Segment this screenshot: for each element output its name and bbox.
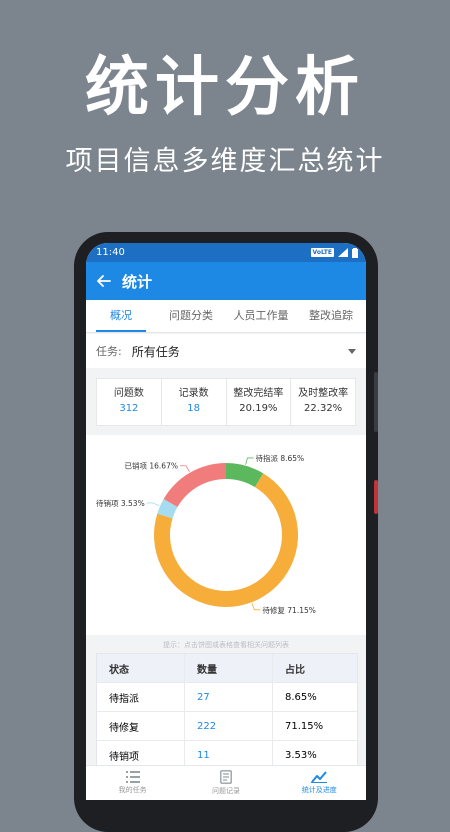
tab-rectification-tracking[interactable]: 整改追踪	[296, 300, 366, 332]
document-icon	[220, 770, 232, 784]
row-percent: 71.15%	[285, 720, 324, 732]
status-table: 状态 数量 占比 待指派 27 8.65% 待修复 222 71.15% 待销项…	[96, 653, 358, 771]
stat-value: 22.32%	[304, 403, 343, 414]
row-count[interactable]: 27	[185, 683, 273, 711]
nav-issue-records[interactable]: 问题记录	[179, 766, 272, 800]
status-donut-chart[interactable]: 待指派 8.65% 待修复 71.15% 待销项 3.53% 已销项 16.67%	[86, 435, 366, 635]
donut-slice-label: 待修复 71.15%	[262, 605, 315, 615]
page-title: 统计	[122, 272, 153, 291]
stat-value[interactable]: 312	[97, 401, 161, 417]
donut-slice-label: 待销项 3.53%	[96, 498, 145, 508]
tab-overview[interactable]: 概况	[86, 300, 156, 332]
table-header-status: 状态	[97, 654, 185, 682]
signal-icon	[338, 248, 348, 257]
tab-bar: 概况 问题分类 人员工作量 整改追踪	[86, 300, 366, 333]
stat-completion-rate: 整改完结率 20.19%	[227, 379, 292, 425]
summary-stats: 问题数 312 记录数 18 整改完结率 20.19% 及时整改率 22.32%	[96, 378, 356, 426]
nav-stats-progress[interactable]: 统计及进度	[273, 766, 366, 800]
nav-label: 我的任务	[118, 786, 147, 794]
stat-value: 20.19%	[239, 403, 278, 414]
table-row[interactable]: 待修复 222 71.15%	[97, 712, 357, 741]
nav-my-tasks[interactable]: 我的任务	[86, 766, 179, 800]
table-row[interactable]: 待指派 27 8.65%	[97, 683, 357, 712]
task-filter-value[interactable]: 所有任务	[132, 343, 348, 360]
volte-icon: VoLTE	[310, 248, 334, 257]
nav-label: 问题记录	[211, 787, 240, 795]
app-bar: 统计	[86, 262, 366, 300]
row-status: 待指派	[97, 683, 185, 711]
promo-title: 统计分析	[85, 51, 365, 125]
bottom-nav: 我的任务 问题记录 统计及进度	[86, 765, 366, 800]
tab-issue-category[interactable]: 问题分类	[156, 300, 226, 332]
status-bar: 11:40 VoLTE	[86, 243, 366, 262]
donut-label-line	[146, 502, 160, 507]
row-status: 待修复	[97, 712, 185, 740]
app-screen: 11:40 VoLTE 统计 概况 问题分类 人员工作量 整改追踪 任务: 所有…	[86, 243, 366, 800]
donut-slice-label: 待指派 8.65%	[255, 453, 304, 463]
stat-header: 记录数	[178, 388, 209, 399]
donut-chart-svg[interactable]: 待指派 8.65% 待修复 71.15% 待销项 3.53% 已销项 16.67%	[86, 435, 366, 635]
phone-power-button	[374, 480, 378, 514]
stat-header: 及时整改率	[298, 388, 349, 399]
tab-staff-workload[interactable]: 人员工作量	[226, 300, 296, 332]
stat-value[interactable]: 18	[162, 401, 226, 417]
stat-timely-rate: 及时整改率 22.32%	[291, 379, 355, 425]
chart-hint: 提示：点击饼图或表格查看相关问题列表	[163, 641, 289, 649]
stat-issue-count: 问题数 312	[97, 379, 162, 425]
list-icon	[125, 771, 140, 783]
donut-label-line	[179, 465, 190, 472]
task-filter[interactable]: 任务: 所有任务	[86, 334, 366, 368]
stat-header: 问题数	[113, 388, 144, 399]
table-header-row: 状态 数量 占比	[97, 654, 357, 683]
chevron-down-icon[interactable]	[348, 348, 356, 354]
trend-icon	[311, 771, 328, 783]
donut-label-line	[245, 457, 254, 465]
battery-icon	[352, 247, 358, 258]
task-filter-label: 任务:	[96, 345, 122, 358]
donut-slice-label: 已销项 16.67%	[125, 461, 178, 471]
table-header-count: 数量	[185, 654, 273, 682]
arrow-left-icon	[97, 275, 111, 287]
row-percent: 8.65%	[285, 691, 317, 703]
nav-label: 统计及进度	[301, 786, 337, 794]
row-count[interactable]: 222	[185, 712, 273, 740]
stat-record-count: 记录数 18	[162, 379, 227, 425]
back-button[interactable]	[86, 262, 122, 300]
status-time: 11:40	[96, 247, 125, 258]
donut-label-line	[251, 603, 261, 611]
stat-header: 整改完结率	[233, 388, 284, 399]
promo-subtitle: 项目信息多维度汇总统计	[65, 146, 385, 177]
phone-volume-button	[374, 372, 378, 432]
table-header-percent: 占比	[285, 664, 305, 676]
